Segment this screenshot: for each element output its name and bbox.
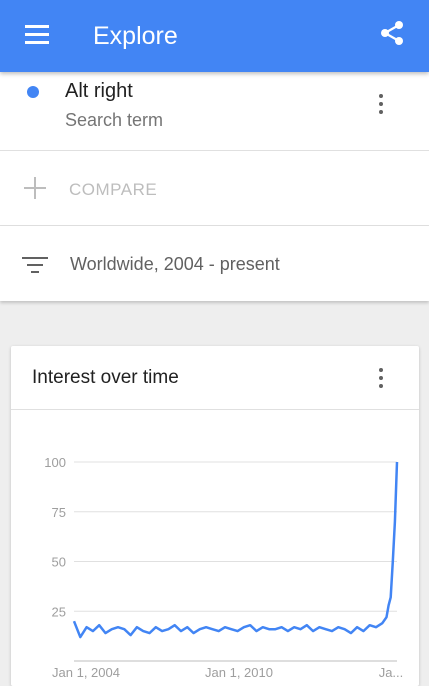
app-bar: Explore — [0, 0, 429, 72]
page-title: Explore — [93, 22, 178, 50]
search-term-type: Search term — [65, 110, 164, 130]
y-tick-label: 25 — [52, 604, 66, 619]
series-color-dot — [27, 86, 39, 98]
x-tick-label: Ja... — [379, 665, 404, 680]
x-tick-label: Jan 1, 2010 — [205, 665, 273, 680]
more-options-icon[interactable] — [369, 90, 393, 120]
y-tick-label: 75 — [52, 505, 66, 520]
plus-icon — [24, 177, 46, 199]
search-term-name: Alt right — [65, 80, 133, 102]
compare-row[interactable]: COMPARE — [0, 151, 429, 226]
share-icon[interactable] — [377, 18, 407, 48]
filter-row[interactable]: Worldwide, 2004 - present — [0, 226, 429, 301]
x-tick-label: Jan 1, 2004 — [52, 665, 120, 680]
filter-icon — [22, 254, 48, 274]
compare-label: COMPARE — [69, 180, 158, 199]
interest-chart: 25 50 75 100 Jan 1, 2004 Jan 1, 2010 Ja... — [44, 455, 404, 680]
filter-label: Worldwide, 2004 - present — [70, 254, 280, 274]
search-term-row[interactable]: Alt right Search term — [0, 72, 429, 151]
menu-icon[interactable] — [22, 22, 52, 48]
interest-over-time-card: Interest over time 25 50 75 100 Jan 1, 2004 J… — [11, 346, 419, 686]
y-tick-label: 100 — [44, 455, 66, 470]
y-tick-label: 50 — [52, 555, 66, 570]
